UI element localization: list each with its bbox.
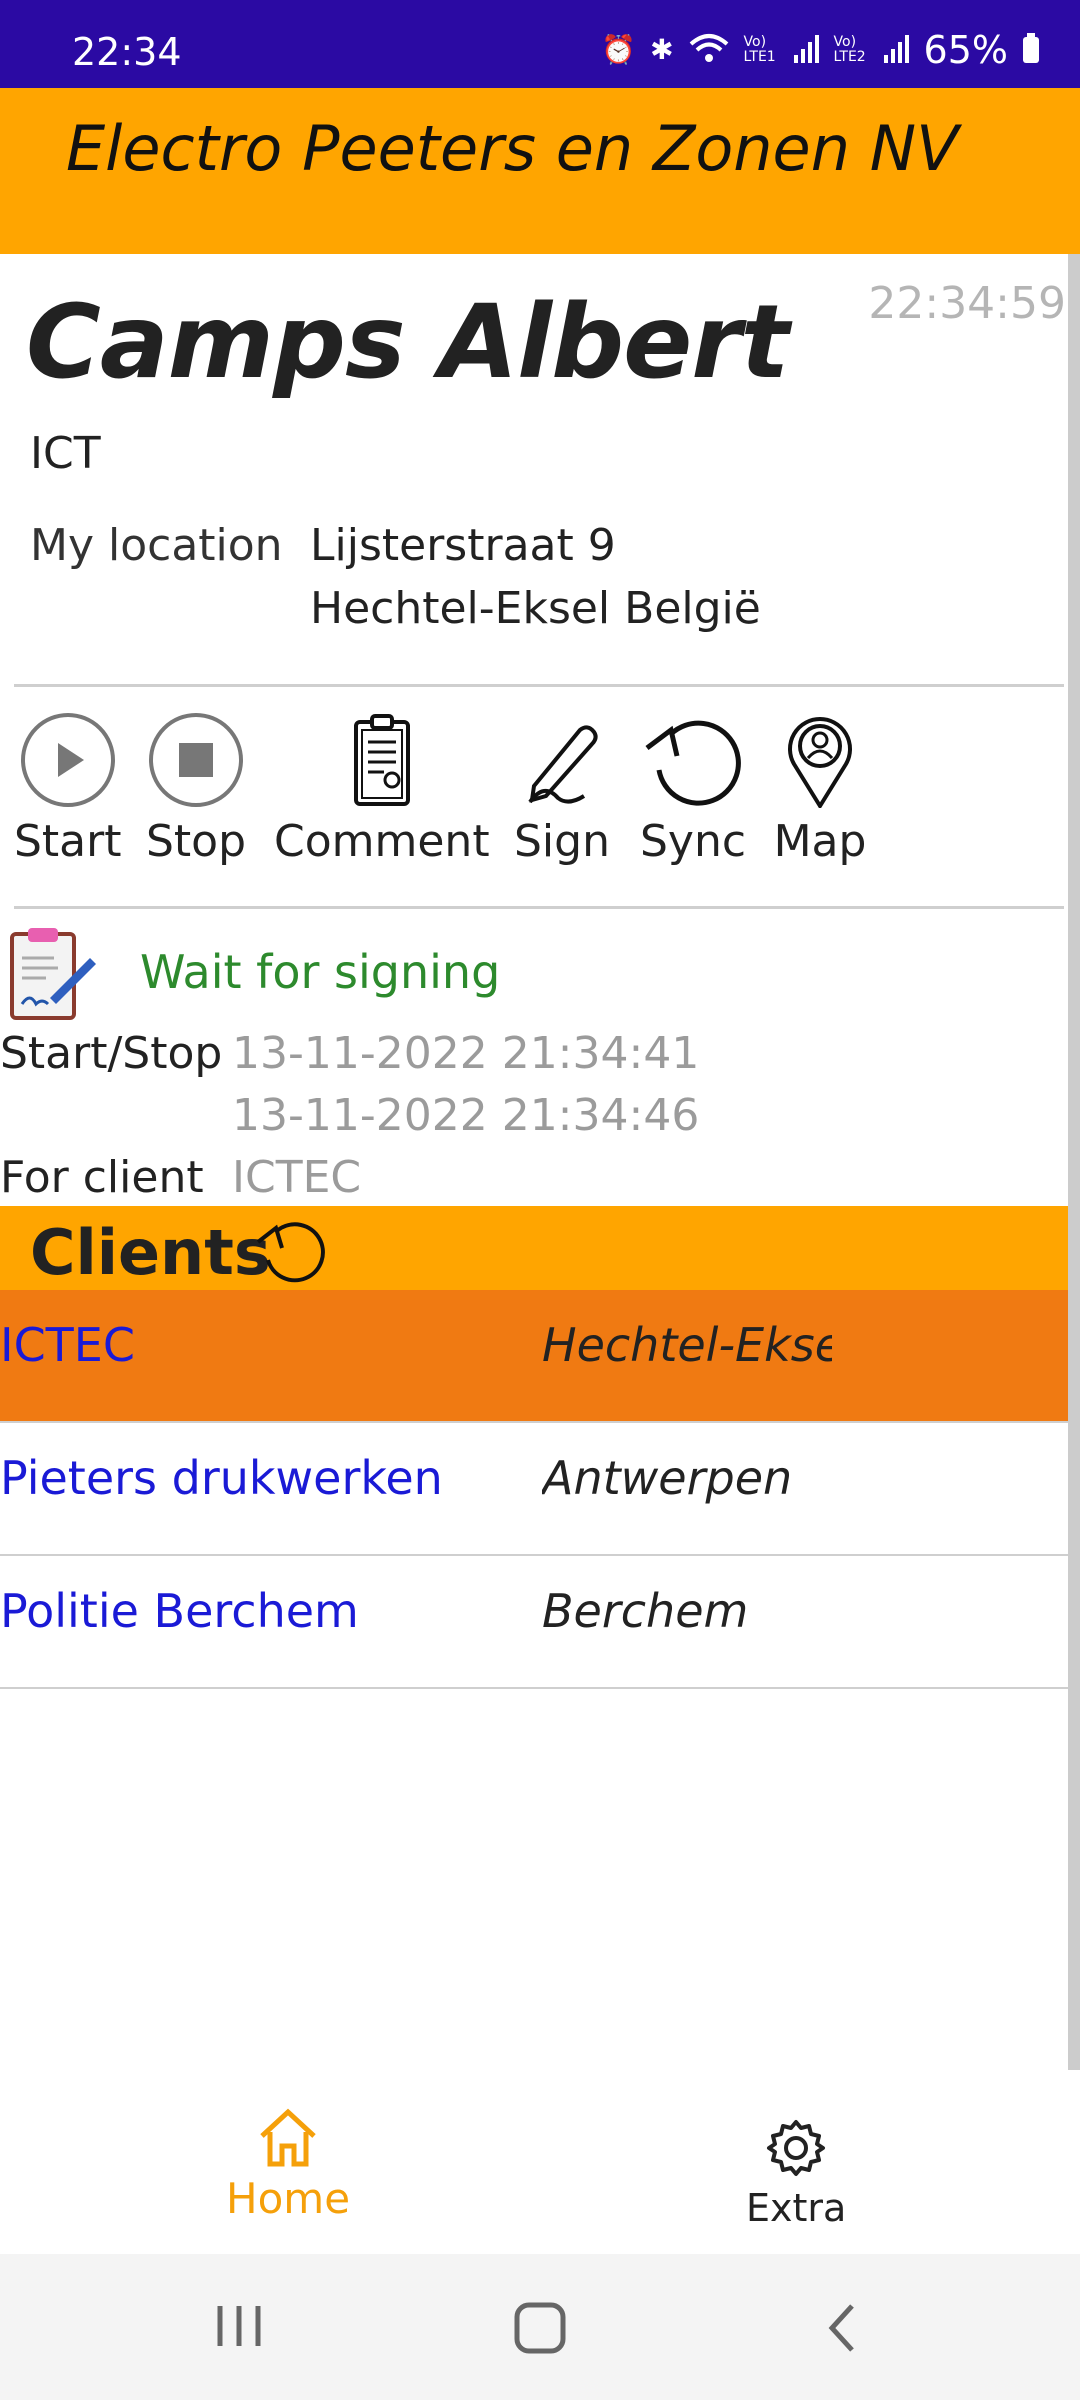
current-time: 22:34:59 (868, 278, 1066, 329)
map-button[interactable]: Map (772, 712, 868, 867)
client-row[interactable]: Politie Berchem Berchem (0, 1556, 1080, 1689)
stop-label: Stop (146, 816, 247, 867)
back-chevron-icon (828, 2304, 854, 2352)
stop-button[interactable]: Stop (146, 712, 246, 867)
location-city: Hechtel-Eksel België (310, 583, 761, 634)
recents-icon (217, 2306, 261, 2346)
wifi-icon (688, 32, 730, 69)
bluetooth-icon: ✱ (650, 33, 674, 66)
back-button[interactable] (824, 2302, 858, 2358)
volte-lte2-icon: Vo) LTE2 (833, 34, 866, 65)
gear-icon (767, 2120, 826, 2176)
play-icon (20, 713, 115, 807)
home-square-icon (514, 2302, 566, 2354)
nav-home[interactable]: Home (226, 2108, 350, 2223)
refresh-icon (256, 1222, 325, 1283)
nav-extra[interactable]: Extra (746, 2118, 846, 2230)
department: ICT (30, 428, 101, 479)
clipboard-icon (353, 714, 410, 806)
comment-button[interactable]: Comment (274, 712, 490, 867)
client-name: ICTEC (0, 1318, 135, 1372)
client-name: Pieters drukwerken (0, 1451, 443, 1505)
battery-icon (1022, 32, 1040, 68)
client-city: Hechtel-Eksel (542, 1318, 832, 1372)
start-button[interactable]: Start (14, 712, 122, 867)
map-label: Map (773, 816, 867, 867)
alarm-icon: ⏰ (601, 33, 637, 66)
sign-button[interactable]: Sign (514, 712, 610, 867)
client-row[interactable]: ICTEC Hechtel-Eksel (0, 1290, 1080, 1423)
start-stop-label: Start/Stop (0, 1028, 223, 1079)
pen-signature-icon (528, 725, 598, 804)
map-pin-icon (788, 717, 852, 808)
divider (14, 684, 1064, 687)
nav-home-label: Home (226, 2174, 351, 2223)
for-client-value: ICTEC (232, 1152, 362, 1203)
divider (14, 906, 1064, 909)
start-time: 13-11-2022 21:34:41 (232, 1028, 700, 1079)
client-row[interactable]: Pieters drukwerken Antwerpen (0, 1423, 1080, 1556)
scrollbar[interactable] (1068, 254, 1080, 2070)
company-name: Electro Peeters en Zonen NV (66, 112, 959, 185)
clients-title: Clients (30, 1216, 271, 1289)
start-label: Start (14, 816, 122, 867)
battery-level: 65% (923, 28, 1008, 72)
sign-label: Sign (514, 816, 610, 867)
status-time: 22:34 (72, 30, 182, 74)
stop-time: 13-11-2022 21:34:46 (232, 1090, 700, 1141)
client-city: Antwerpen (542, 1451, 793, 1505)
signal-icon (883, 33, 910, 68)
employee-name: Camps Albert (26, 283, 789, 402)
sync-icon (645, 720, 741, 806)
sync-label: Sync (640, 816, 747, 867)
sync-button[interactable]: Sync (640, 712, 746, 867)
signing-clipboard-icon (6, 924, 102, 1024)
status-message: Wait for signing (140, 945, 501, 999)
client-city: Berchem (542, 1584, 749, 1638)
volte-lte1-icon: Vo) LTE1 (743, 34, 776, 65)
stop-icon (149, 713, 244, 807)
home-icon (260, 2108, 316, 2167)
status-icons: ⏰ ✱ Vo) LTE1 Vo) LTE2 65% (601, 28, 1040, 72)
home-system-button[interactable] (514, 2302, 566, 2358)
nav-extra-label: Extra (746, 2186, 847, 2230)
client-name: Politie Berchem (0, 1584, 359, 1638)
recent-apps-button[interactable] (214, 2304, 264, 2352)
for-client-label: For client (0, 1152, 204, 1203)
refresh-clients-button[interactable] (254, 1214, 334, 1290)
comment-label: Comment (274, 816, 490, 867)
signal-icon (793, 33, 820, 68)
location-label: My location (30, 520, 283, 571)
location-street: Lijsterstraat 9 (310, 520, 616, 571)
